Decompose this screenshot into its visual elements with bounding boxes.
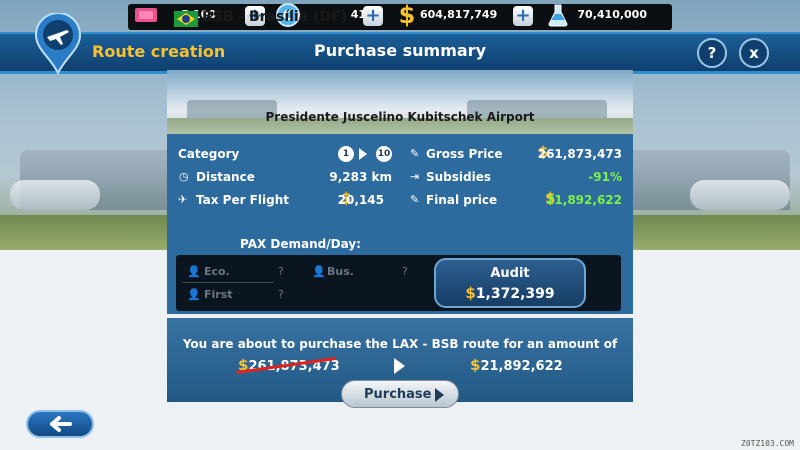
purchase-button-label: Purchase [364,387,432,402]
purchase-message: You are about to purchase the LAX - BSB … [182,337,618,351]
eco-value: ? [278,265,284,278]
close-button[interactable]: x [739,38,769,68]
pax-demand-title: PAX Demand/Day: [240,237,361,251]
bus-label: Bus. [327,265,354,278]
tax-label: Tax Per Flight [196,193,289,207]
purchase-button[interactable]: Purchase [341,380,459,408]
distance-icon: ◷ [179,170,189,183]
gross-price-value: 261,873,473 [537,147,622,161]
tax-icon: ✈ [178,193,188,206]
bus-passenger-icon: 👤 [312,265,326,278]
new-price: $21,892,622 [470,356,563,374]
destination-title: BSB - Brasília (DF) [202,9,348,25]
subsidies-icon: ⇥ [410,170,420,183]
audit-label: Audit [490,266,530,281]
category-arrow-icon [359,148,367,160]
first-passenger-icon: 👤 [187,288,201,301]
category-label: Category [178,147,240,161]
first-value: ? [278,288,284,301]
eco-label: Eco. [204,265,230,278]
subsidies-label: Subsidies [426,170,492,184]
page-title: Purchase summary [314,41,486,60]
back-button[interactable] [26,410,94,438]
pax-divider [182,282,274,283]
gross-price-label: Gross Price [426,147,503,161]
price-arrow-icon [394,358,405,374]
money-amount: 604,817,749 [420,8,498,21]
category-to: 10 [376,146,392,162]
audit-button[interactable]: Audit $1,372,399 [434,258,586,308]
final-price-value: 21,892,622 [546,193,622,207]
watermark: Z0TZ103.COM [741,439,794,448]
add-coins-button[interactable]: + [363,6,383,26]
eco-passenger-icon: 👤 [187,265,201,278]
research-points: 70,410,000 [577,8,647,21]
bus-value: ? [402,265,408,278]
brazil-flag-icon [174,11,198,27]
audit-amount: 1,372,399 [475,286,555,302]
final-price-icon: ✎ [410,193,420,206]
gem-icon [131,2,161,28]
map-pin-plane-icon [34,12,82,76]
purchase-arrow-icon [435,388,444,402]
header-banner: Route creation Purchase summary [0,32,800,74]
destination-image [167,70,633,134]
subsidies-value: -91% [588,170,622,184]
back-arrow-icon [50,416,72,432]
tax-value: 20,145 [337,193,384,207]
airport-name: Presidente Juscelino Kubitschek Airport [265,110,535,124]
flask-icon [543,2,573,28]
first-label: First [204,288,233,301]
add-money-button[interactable]: + [513,6,533,26]
new-price-amount: 21,892,622 [480,359,563,374]
distance-value: 9,283 km [329,170,392,184]
help-button[interactable]: ? [697,38,727,68]
final-price-label: Final price [426,193,498,207]
category-from: 1 [338,146,354,162]
audit-value: $1,372,399 [465,284,555,302]
gross-price-icon: ✎ [410,147,420,160]
distance-label: Distance [196,170,255,184]
dollar-icon: $ [398,1,416,29]
